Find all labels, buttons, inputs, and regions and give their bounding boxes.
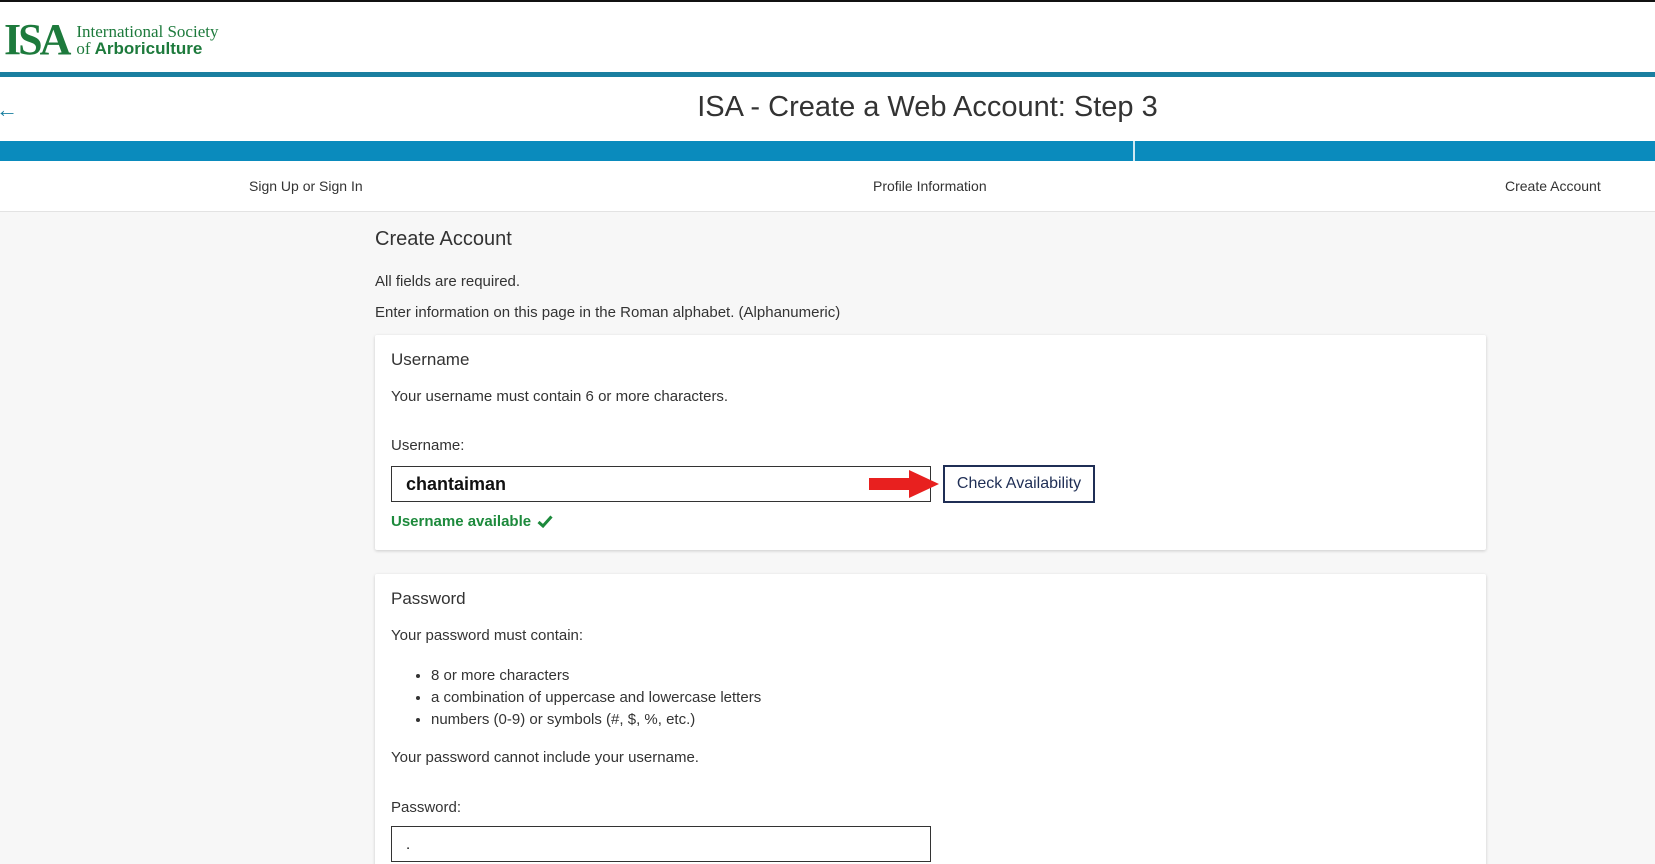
password-rule: a combination of uppercase and lowercase…: [431, 687, 761, 709]
page-title: ISA - Create a Web Account: Step 3: [697, 91, 1158, 123]
password-input[interactable]: [391, 826, 931, 862]
password-note: Your password cannot include your userna…: [391, 749, 699, 766]
progress-divider: [1133, 141, 1135, 161]
step-create-account[interactable]: Create Account: [1505, 178, 1601, 194]
username-label: Username:: [391, 437, 465, 454]
logo-text: International Society of Arboriculture: [76, 23, 218, 57]
password-rule: 8 or more characters: [431, 665, 761, 687]
username-description: Your username must contain 6 or more cha…: [391, 388, 729, 405]
password-rule: numbers (0-9) or symbols (#, $, %, etc.): [431, 709, 761, 731]
username-input[interactable]: [391, 466, 931, 502]
step-profile-information[interactable]: Profile Information: [873, 178, 987, 194]
logo-mark: ISA: [4, 15, 71, 64]
alphabet-note: Enter information on this page in the Ro…: [375, 304, 841, 321]
site-topbar: ISA International Society of Arboricultu…: [0, 0, 1655, 76]
check-availability-button[interactable]: Check Availability: [943, 465, 1095, 503]
step-progress-bar: [0, 141, 1655, 161]
main-content: Create Account All fields are required. …: [375, 228, 1487, 321]
step-navigation: Sign Up or Sign In Profile Information C…: [0, 161, 1655, 212]
isa-logo[interactable]: ISA International Society of Arboricultu…: [4, 15, 218, 64]
username-card: Username Your username must contain 6 or…: [375, 335, 1486, 550]
password-card-title: Password: [391, 589, 466, 608]
checkmark-icon: [537, 515, 553, 528]
username-status: Username available: [391, 513, 553, 530]
section-heading: Create Account: [375, 228, 512, 250]
logo-of: of: [76, 39, 91, 58]
username-status-text: Username available: [391, 513, 532, 530]
password-rules: 8 or more characters a combination of up…: [431, 665, 761, 731]
logo-line2: of Arboriculture: [76, 40, 218, 57]
step-sign-up[interactable]: Sign Up or Sign In: [249, 178, 363, 194]
password-intro: Your password must contain:: [391, 627, 584, 644]
logo-line1: International Society: [76, 22, 219, 41]
page-header: ← ISA - Create a Web Account: Step 3: [0, 77, 1655, 141]
password-label: Password:: [391, 799, 462, 816]
username-card-title: Username: [391, 350, 470, 369]
required-note: All fields are required.: [375, 273, 521, 290]
password-card: Password Your password must contain: 8 o…: [375, 574, 1486, 864]
logo-arboriculture: Arboriculture: [94, 39, 203, 58]
red-arrow-annotation: [869, 470, 939, 498]
